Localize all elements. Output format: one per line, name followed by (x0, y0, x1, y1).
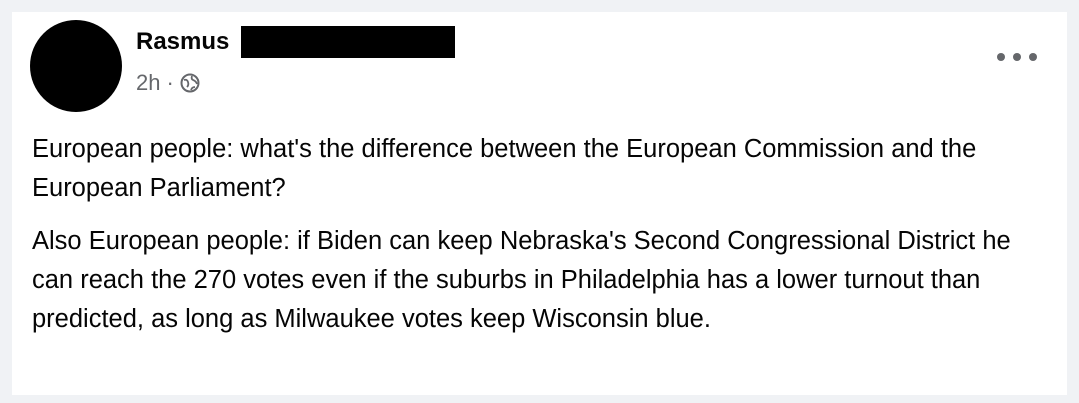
post-paragraph: Also European people: if Biden can keep … (32, 227, 1011, 333)
post-body: European people: what's the difference b… (32, 130, 1032, 353)
author-name[interactable]: Rasmus (136, 26, 229, 58)
more-dot (997, 53, 1005, 61)
more-dot (1013, 53, 1021, 61)
globe-icon[interactable] (180, 73, 200, 93)
meta-separator: · (166, 70, 174, 95)
post-paragraph: European people: what's the difference b… (32, 135, 977, 202)
more-dot (1029, 53, 1037, 61)
author-row: Rasmus (136, 24, 456, 60)
more-options-icon[interactable] (997, 46, 1037, 68)
redaction-bar (241, 26, 456, 58)
post-timestamp[interactable]: 2h (136, 70, 160, 96)
post-meta: 2h · (136, 70, 200, 96)
post-card: Rasmus 2h · European people: what's the … (12, 12, 1067, 395)
avatar[interactable] (30, 20, 122, 112)
